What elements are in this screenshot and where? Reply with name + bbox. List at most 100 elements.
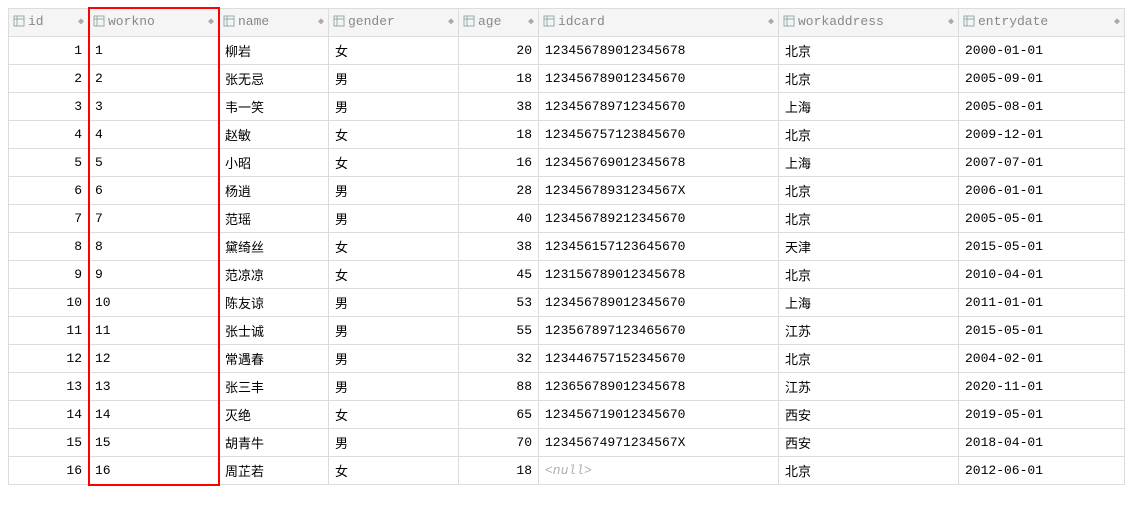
cell-workaddress[interactable]: 江苏 [779, 373, 959, 401]
cell-age[interactable]: 65 [459, 401, 539, 429]
cell-id[interactable]: 14 [9, 401, 89, 429]
table-row[interactable]: 1616周芷若女18<null>北京2012-06-01 [9, 457, 1125, 485]
table-row[interactable]: 11柳岩女20123456789012345678北京2000-01-01 [9, 37, 1125, 65]
cell-name[interactable]: 柳岩 [219, 37, 329, 65]
cell-id[interactable]: 1 [9, 37, 89, 65]
cell-workaddress[interactable]: 北京 [779, 37, 959, 65]
cell-workaddress[interactable]: 北京 [779, 177, 959, 205]
cell-entrydate[interactable]: 2015-05-01 [959, 233, 1125, 261]
cell-name[interactable]: 杨逍 [219, 177, 329, 205]
cell-age[interactable]: 38 [459, 233, 539, 261]
sort-icon[interactable]: ◆ [528, 18, 534, 28]
cell-entrydate[interactable]: 2000-01-01 [959, 37, 1125, 65]
cell-name[interactable]: 小昭 [219, 149, 329, 177]
table-row[interactable]: 66杨逍男2812345678931234567X北京2006-01-01 [9, 177, 1125, 205]
cell-entrydate[interactable]: 2005-09-01 [959, 65, 1125, 93]
cell-age[interactable]: 18 [459, 457, 539, 485]
cell-gender[interactable]: 男 [329, 429, 459, 457]
cell-gender[interactable]: 男 [329, 177, 459, 205]
cell-idcard[interactable]: 123456789012345678 [539, 37, 779, 65]
cell-workno[interactable]: 8 [89, 233, 219, 261]
cell-workno[interactable]: 10 [89, 289, 219, 317]
cell-age[interactable]: 45 [459, 261, 539, 289]
cell-idcard[interactable]: 123456157123645670 [539, 233, 779, 261]
cell-entrydate[interactable]: 2006-01-01 [959, 177, 1125, 205]
table-row[interactable]: 55小昭女16123456769012345678上海2007-07-01 [9, 149, 1125, 177]
cell-gender[interactable]: 女 [329, 37, 459, 65]
cell-workaddress[interactable]: 上海 [779, 289, 959, 317]
cell-name[interactable]: 黛绮丝 [219, 233, 329, 261]
cell-id[interactable]: 12 [9, 345, 89, 373]
column-header-age[interactable]: age◆ [459, 9, 539, 37]
cell-name[interactable]: 陈友谅 [219, 289, 329, 317]
cell-gender[interactable]: 男 [329, 317, 459, 345]
cell-id[interactable]: 9 [9, 261, 89, 289]
cell-workaddress[interactable]: 江苏 [779, 317, 959, 345]
cell-name[interactable]: 张士诚 [219, 317, 329, 345]
cell-idcard[interactable]: 123456719012345670 [539, 401, 779, 429]
cell-age[interactable]: 38 [459, 93, 539, 121]
cell-gender[interactable]: 男 [329, 65, 459, 93]
cell-age[interactable]: 88 [459, 373, 539, 401]
cell-workno[interactable]: 2 [89, 65, 219, 93]
cell-age[interactable]: 28 [459, 177, 539, 205]
cell-workno[interactable]: 14 [89, 401, 219, 429]
table-row[interactable]: 88黛绮丝女38123456157123645670天津2015-05-01 [9, 233, 1125, 261]
cell-entrydate[interactable]: 2012-06-01 [959, 457, 1125, 485]
cell-age[interactable]: 55 [459, 317, 539, 345]
cell-id[interactable]: 15 [9, 429, 89, 457]
cell-idcard[interactable]: 123567897123465670 [539, 317, 779, 345]
cell-workno[interactable]: 4 [89, 121, 219, 149]
cell-workno[interactable]: 16 [89, 457, 219, 485]
cell-id[interactable]: 3 [9, 93, 89, 121]
cell-name[interactable]: 周芷若 [219, 457, 329, 485]
table-row[interactable]: 44赵敏女18123456757123845670北京2009-12-01 [9, 121, 1125, 149]
cell-idcard[interactable]: 123456757123845670 [539, 121, 779, 149]
column-header-workno[interactable]: workno◆ [89, 9, 219, 37]
table-row[interactable]: 1515胡青牛男7012345674971234567X西安2018-04-01 [9, 429, 1125, 457]
cell-workno[interactable]: 9 [89, 261, 219, 289]
cell-id[interactable]: 13 [9, 373, 89, 401]
sort-icon[interactable]: ◆ [1114, 18, 1120, 28]
cell-id[interactable]: 10 [9, 289, 89, 317]
column-header-id[interactable]: id◆ [9, 9, 89, 37]
cell-workaddress[interactable]: 北京 [779, 457, 959, 485]
cell-workaddress[interactable]: 北京 [779, 261, 959, 289]
cell-id[interactable]: 7 [9, 205, 89, 233]
cell-age[interactable]: 16 [459, 149, 539, 177]
cell-idcard[interactable]: 123156789012345678 [539, 261, 779, 289]
sort-icon[interactable]: ◆ [208, 18, 214, 28]
cell-entrydate[interactable]: 2004-02-01 [959, 345, 1125, 373]
cell-workaddress[interactable]: 北京 [779, 121, 959, 149]
cell-name[interactable]: 韦一笑 [219, 93, 329, 121]
cell-entrydate[interactable]: 2011-01-01 [959, 289, 1125, 317]
cell-gender[interactable]: 女 [329, 401, 459, 429]
cell-workno[interactable]: 13 [89, 373, 219, 401]
cell-gender[interactable]: 女 [329, 121, 459, 149]
table-row[interactable]: 1313张三丰男88123656789012345678江苏2020-11-01 [9, 373, 1125, 401]
cell-workaddress[interactable]: 西安 [779, 429, 959, 457]
cell-gender[interactable]: 男 [329, 345, 459, 373]
cell-gender[interactable]: 男 [329, 93, 459, 121]
cell-workno[interactable]: 12 [89, 345, 219, 373]
cell-id[interactable]: 2 [9, 65, 89, 93]
cell-age[interactable]: 53 [459, 289, 539, 317]
cell-id[interactable]: 6 [9, 177, 89, 205]
cell-entrydate[interactable]: 2010-04-01 [959, 261, 1125, 289]
cell-workno[interactable]: 3 [89, 93, 219, 121]
column-header-idcard[interactable]: idcard◆ [539, 9, 779, 37]
cell-workaddress[interactable]: 上海 [779, 149, 959, 177]
cell-idcard[interactable]: 12345674971234567X [539, 429, 779, 457]
cell-id[interactable]: 16 [9, 457, 89, 485]
cell-entrydate[interactable]: 2009-12-01 [959, 121, 1125, 149]
cell-id[interactable]: 8 [9, 233, 89, 261]
cell-gender[interactable]: 女 [329, 233, 459, 261]
cell-entrydate[interactable]: 2005-08-01 [959, 93, 1125, 121]
cell-idcard[interactable]: 123456789012345670 [539, 289, 779, 317]
cell-workaddress[interactable]: 上海 [779, 93, 959, 121]
cell-idcard[interactable]: 123456769012345678 [539, 149, 779, 177]
table-row[interactable]: 1111张士诚男55123567897123465670江苏2015-05-01 [9, 317, 1125, 345]
table-row[interactable]: 1010陈友谅男53123456789012345670上海2011-01-01 [9, 289, 1125, 317]
cell-workno[interactable]: 11 [89, 317, 219, 345]
cell-id[interactable]: 11 [9, 317, 89, 345]
